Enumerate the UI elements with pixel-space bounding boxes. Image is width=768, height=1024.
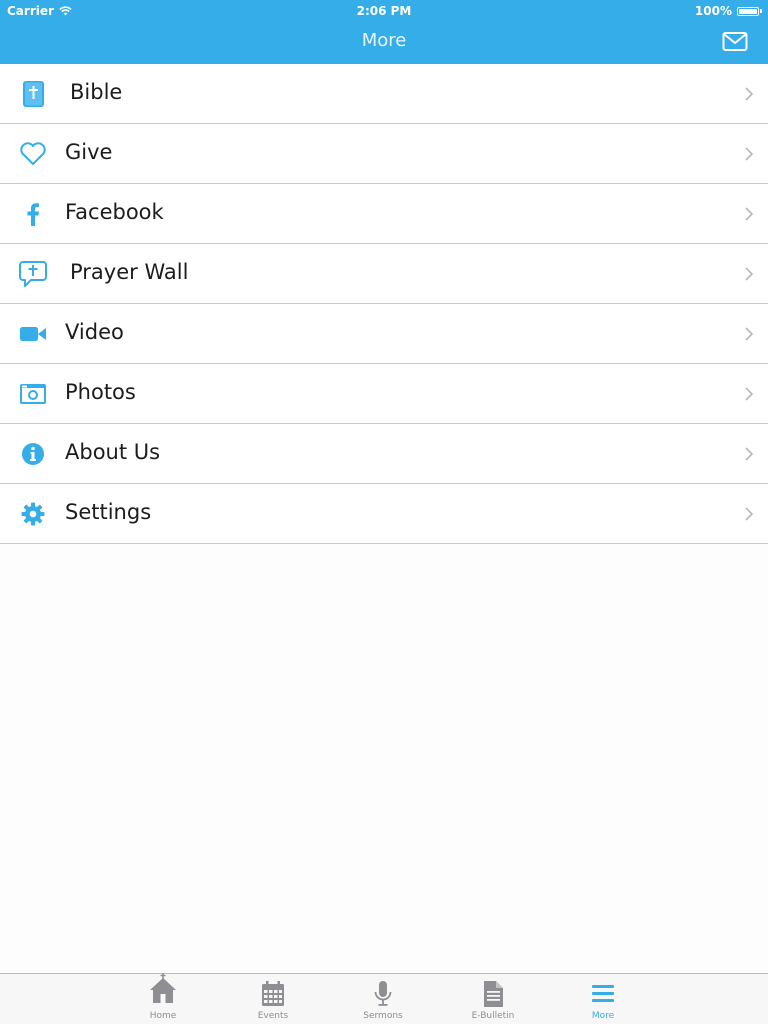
tab-more[interactable]: More [563, 974, 643, 1024]
menu-item-video[interactable]: Video [0, 304, 768, 364]
camera-icon [18, 379, 48, 409]
menu-item-label: Give [65, 140, 113, 164]
microphone-icon [374, 981, 392, 1006]
menu-item-label: Bible [70, 80, 123, 104]
tab-home[interactable]: Home [123, 973, 203, 1024]
prayer-bubble-icon [18, 259, 48, 289]
battery-icon [737, 6, 759, 16]
tab-label: Home [149, 1011, 177, 1021]
tab-bar: Home Events Sermons E-Bulletin More [0, 973, 768, 1024]
chevron-right-icon [745, 327, 754, 341]
menu-item-give[interactable]: Give [0, 124, 768, 184]
menu-item-label: Prayer Wall [70, 260, 189, 284]
menu-item-label: About Us [65, 440, 161, 464]
facebook-icon [18, 199, 48, 229]
status-time: 2:06 PM [356, 4, 412, 18]
menu-item-photos[interactable]: Photos [0, 364, 768, 424]
menu-item-prayer-wall[interactable]: Prayer Wall [0, 244, 768, 304]
tab-label: More [591, 1011, 615, 1021]
envelope-icon[interactable] [722, 31, 748, 53]
tab-label: Sermons [363, 1011, 403, 1021]
nav-header: Carrier 2:06 PM 100% More [0, 0, 768, 64]
document-icon [484, 981, 503, 1007]
info-icon [18, 439, 48, 469]
chevron-right-icon [745, 387, 754, 401]
gear-icon [18, 499, 48, 529]
chevron-right-icon [745, 507, 754, 521]
chevron-right-icon [745, 447, 754, 461]
more-menu-list: Bible Give Facebook Prayer Wall Video Ph… [0, 64, 768, 544]
menu-item-facebook[interactable]: Facebook [0, 184, 768, 244]
menu-item-settings[interactable]: Settings [0, 484, 768, 544]
video-camera-icon [18, 319, 48, 349]
tab-label: Events [257, 1011, 289, 1021]
tab-e-bulletin[interactable]: E-Bulletin [453, 974, 533, 1024]
status-bar: Carrier 2:06 PM 100% [0, 0, 768, 22]
menu-item-label: Facebook [65, 200, 164, 224]
menu-item-label: Video [65, 320, 124, 344]
bible-icon [18, 79, 48, 109]
chevron-right-icon [745, 207, 754, 221]
tab-events[interactable]: Events [233, 974, 313, 1024]
heart-icon [18, 139, 48, 169]
menu-item-label: Photos [65, 380, 136, 404]
tab-label: E-Bulletin [471, 1011, 515, 1021]
page-title: More [361, 30, 407, 51]
menu-item-about-us[interactable]: About Us [0, 424, 768, 484]
calendar-icon [262, 981, 284, 1006]
battery-indicator: 100% [695, 4, 762, 18]
tab-sermons[interactable]: Sermons [343, 974, 423, 1024]
menu-item-label: Settings [65, 500, 152, 524]
battery-percent: 100% [694, 4, 732, 18]
church-icon [150, 973, 176, 1003]
chevron-right-icon [745, 267, 754, 281]
menu-lines-icon [592, 985, 614, 1002]
chevron-right-icon [745, 147, 754, 161]
menu-item-bible[interactable]: Bible [0, 64, 768, 124]
chevron-right-icon [745, 87, 754, 101]
